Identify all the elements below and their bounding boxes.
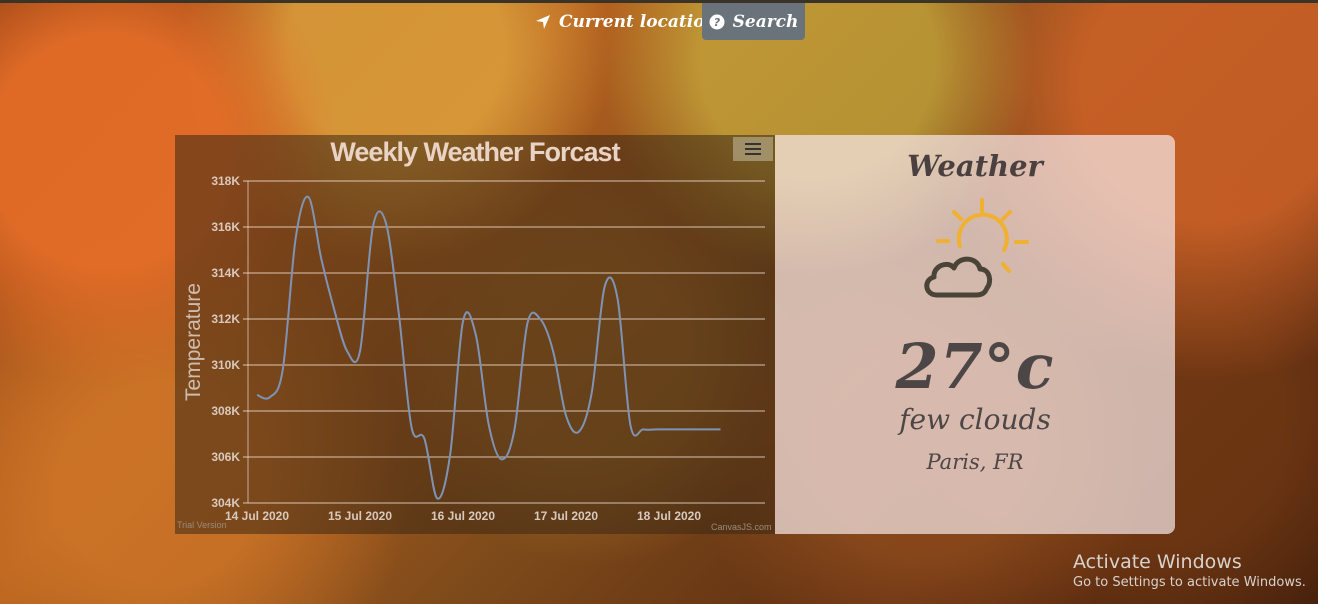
current-location-label: Current location — [559, 11, 717, 32]
search-label: Search — [732, 11, 799, 32]
y-tick-label: 306K — [211, 450, 240, 464]
y-tick-label: 316K — [211, 220, 240, 234]
weather-description: few clouds — [899, 403, 1051, 436]
partly-cloudy-day-icon — [920, 198, 1030, 307]
x-tick-label: 18 Jul 2020 — [637, 509, 701, 523]
activate-windows-title: Activate Windows — [1073, 551, 1242, 573]
y-tick-label: 308K — [211, 404, 240, 418]
x-tick-label: 15 Jul 2020 — [328, 509, 392, 523]
location-arrow-icon — [535, 14, 551, 30]
y-tick-label: 312K — [211, 312, 240, 326]
x-tick-label: 16 Jul 2020 — [431, 509, 495, 523]
chart-plot: 304K 306K 308K 310K 312K 314K 316K 318K Temperat… — [182, 174, 765, 523]
search-button[interactable]: ? Search — [702, 3, 805, 40]
canvasjs-credit[interactable]: CanvasJS.com — [711, 522, 772, 532]
temperature-series-line — [256, 195, 721, 500]
y-axis-title: Temperature — [182, 283, 205, 401]
activate-windows-watermark: Activate Windows Go to Settings to activ… — [1073, 551, 1306, 590]
activate-windows-hint: Go to Settings to activate Windows. — [1073, 575, 1306, 590]
city-name: Paris, FR — [926, 450, 1024, 474]
trial-version-credit: Trial Version — [177, 520, 227, 530]
y-tick-label: 310K — [211, 358, 240, 372]
y-tick-label: 318K — [211, 174, 240, 188]
temperature-value: 27°c — [895, 330, 1055, 403]
svg-text:?: ? — [713, 16, 720, 29]
x-tick-label: 14 Jul 2020 — [225, 509, 289, 523]
weather-heading: Weather — [907, 149, 1043, 183]
current-location-button[interactable]: Current location — [527, 3, 725, 40]
question-circle-icon: ? — [709, 14, 725, 30]
weather-card: Weather 27°c few clouds Paris, FR — [775, 135, 1175, 534]
weekly-forecast-chart: Weekly Weather Forcast 304K 306K 308K 310K 3… — [175, 135, 775, 534]
y-tick-label: 314K — [211, 266, 240, 280]
y-tick-label: 304K — [211, 496, 240, 510]
x-tick-label: 17 Jul 2020 — [534, 509, 598, 523]
